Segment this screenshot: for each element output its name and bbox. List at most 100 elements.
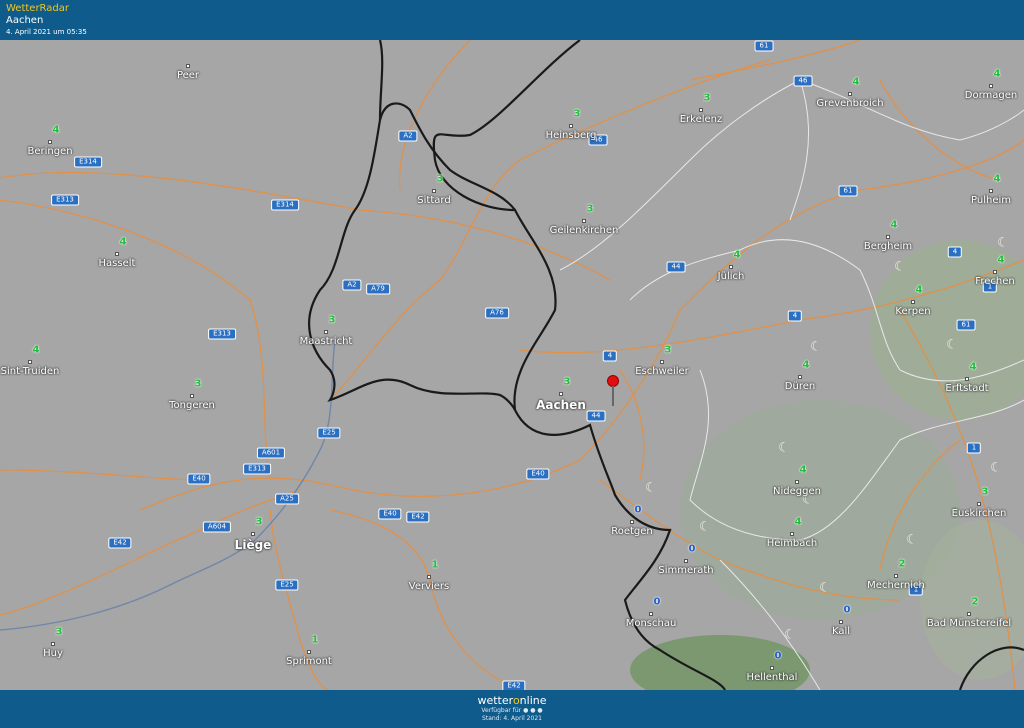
city-label[interactable]: Hellenthal [747,672,798,683]
road-shield: A76 [485,307,509,319]
city-marker [770,666,774,670]
availability-text: Verfügbar für ● ● ● [481,707,543,714]
city-label[interactable]: Dormagen [965,90,1017,101]
app-header: WetterRadar Aachen 4. April 2021 um 05:3… [0,0,1024,40]
temperature-value: 3 [436,173,444,185]
road-shield: E314 [74,156,102,168]
temperature-value: 4 [32,344,40,356]
city-marker [559,392,563,396]
city-label[interactable]: Grevenbroich [816,98,883,109]
road-shield: 46 [793,75,813,87]
city-label[interactable]: Sint-Truiden [1,366,60,377]
city-label[interactable]: Düren [785,381,815,392]
city-label[interactable]: Simmerath [658,565,713,576]
temperature-value: 3 [981,486,989,498]
temperature-value: 4 [733,249,741,261]
stand-date: Stand: 4. April 2021 [482,715,542,722]
city-marker [427,575,431,579]
road-shield: A2 [342,279,362,291]
city-label[interactable]: Sittard [417,195,450,206]
road-shield: A2 [398,130,418,142]
city-label[interactable]: Geilenkirchen [550,225,619,236]
city-label[interactable]: Jülich [718,271,745,282]
road-shield: 1 [966,442,982,454]
city-marker [28,360,32,364]
brand-text: wetter [477,694,513,707]
temperature-value: 3 [586,203,594,215]
temperature-value: 4 [52,124,60,136]
moon-icon: ☾ [778,440,790,456]
city-marker [649,612,653,616]
temperature-value: 3 [563,376,571,388]
city-label[interactable]: Bad Münstereifel [927,618,1011,629]
city-marker [965,377,969,381]
temperature-value: 4 [915,284,923,296]
city-marker [729,265,733,269]
road-shield: E42 [406,511,430,523]
city-label[interactable]: Heimbach [767,538,818,549]
city-label[interactable]: Nideggen [773,486,821,497]
city-label[interactable]: Bergheim [864,241,912,252]
temperature-value: 0 [843,604,851,616]
road-shield: 61 [956,319,976,331]
city-label[interactable]: Beringen [27,146,72,157]
city-marker [324,330,328,334]
city-label[interactable]: Sprimont [286,656,332,667]
road-shield: E313 [208,328,236,340]
city-label[interactable]: Roetgen [611,526,653,537]
city-label[interactable]: Kall [832,626,850,637]
temperature-value: 3 [703,92,711,104]
city-label[interactable]: Tongeren [169,400,215,411]
moon-icon: ☾ [699,519,711,535]
city-marker [886,235,890,239]
road-shield: E313 [243,463,271,475]
brand-logo[interactable]: wetteronline [0,690,1024,707]
moon-icon: ☾ [645,480,657,496]
city-label[interactable]: Verviers [409,581,450,592]
road-shield: A25 [275,493,299,505]
temperature-value: 0 [634,504,642,516]
city-label[interactable]: Liège [235,538,272,552]
city-label[interactable]: Frechen [975,276,1014,287]
temperature-value: 4 [993,173,1001,185]
city-label[interactable]: Eschweiler [635,366,689,377]
city-label[interactable]: Maastricht [300,336,353,347]
road-shield: 44 [666,261,686,273]
road-shield: E40 [187,473,211,485]
city-label[interactable]: Aachen [536,398,586,412]
temperature-value: 3 [255,516,263,528]
city-marker [51,642,55,646]
city-label[interactable]: Hasselt [99,258,136,269]
road-shield: 4 [602,350,618,362]
city-label[interactable]: Heinsberg [546,130,597,141]
city-label[interactable]: Mechernich [867,580,925,591]
moon-icon: ☾ [819,580,831,596]
road-shield: 44 [586,410,606,422]
city-label[interactable]: Pulheim [971,195,1011,206]
city-marker [795,480,799,484]
moon-icon: ☾ [906,532,918,548]
city-marker [48,140,52,144]
radar-map[interactable]: 61 46 A2 46 E314 E313 E314 61 44 4 1 A2 A79 A76 E313 4 6… [0,40,1024,690]
city-marker [790,532,794,536]
brand-text: nline [519,694,547,707]
city-label[interactable]: Peer [177,70,199,81]
city-label[interactable]: Monschau [626,618,677,629]
moon-icon: ☾ [946,337,958,353]
city-label[interactable]: Erftstadt [945,383,988,394]
road-shield: A601 [256,447,286,459]
city-label[interactable]: Kerpen [895,306,930,317]
city-label[interactable]: Euskirchen [952,508,1007,519]
road-shield: E25 [317,427,341,439]
city-marker [699,108,703,112]
city-marker [684,559,688,563]
temperature-value: 3 [664,344,672,356]
app-footer: wetteronline Verfügbar für ● ● ● Stand: … [0,690,1024,728]
temperature-value: 1 [431,559,439,571]
city-label[interactable]: Erkelenz [680,114,723,125]
temperature-value: 4 [799,464,807,476]
moon-icon: ☾ [810,339,822,355]
city-marker [848,92,852,96]
city-label[interactable]: Huy [43,648,63,659]
road-shield: E42 [108,537,132,549]
